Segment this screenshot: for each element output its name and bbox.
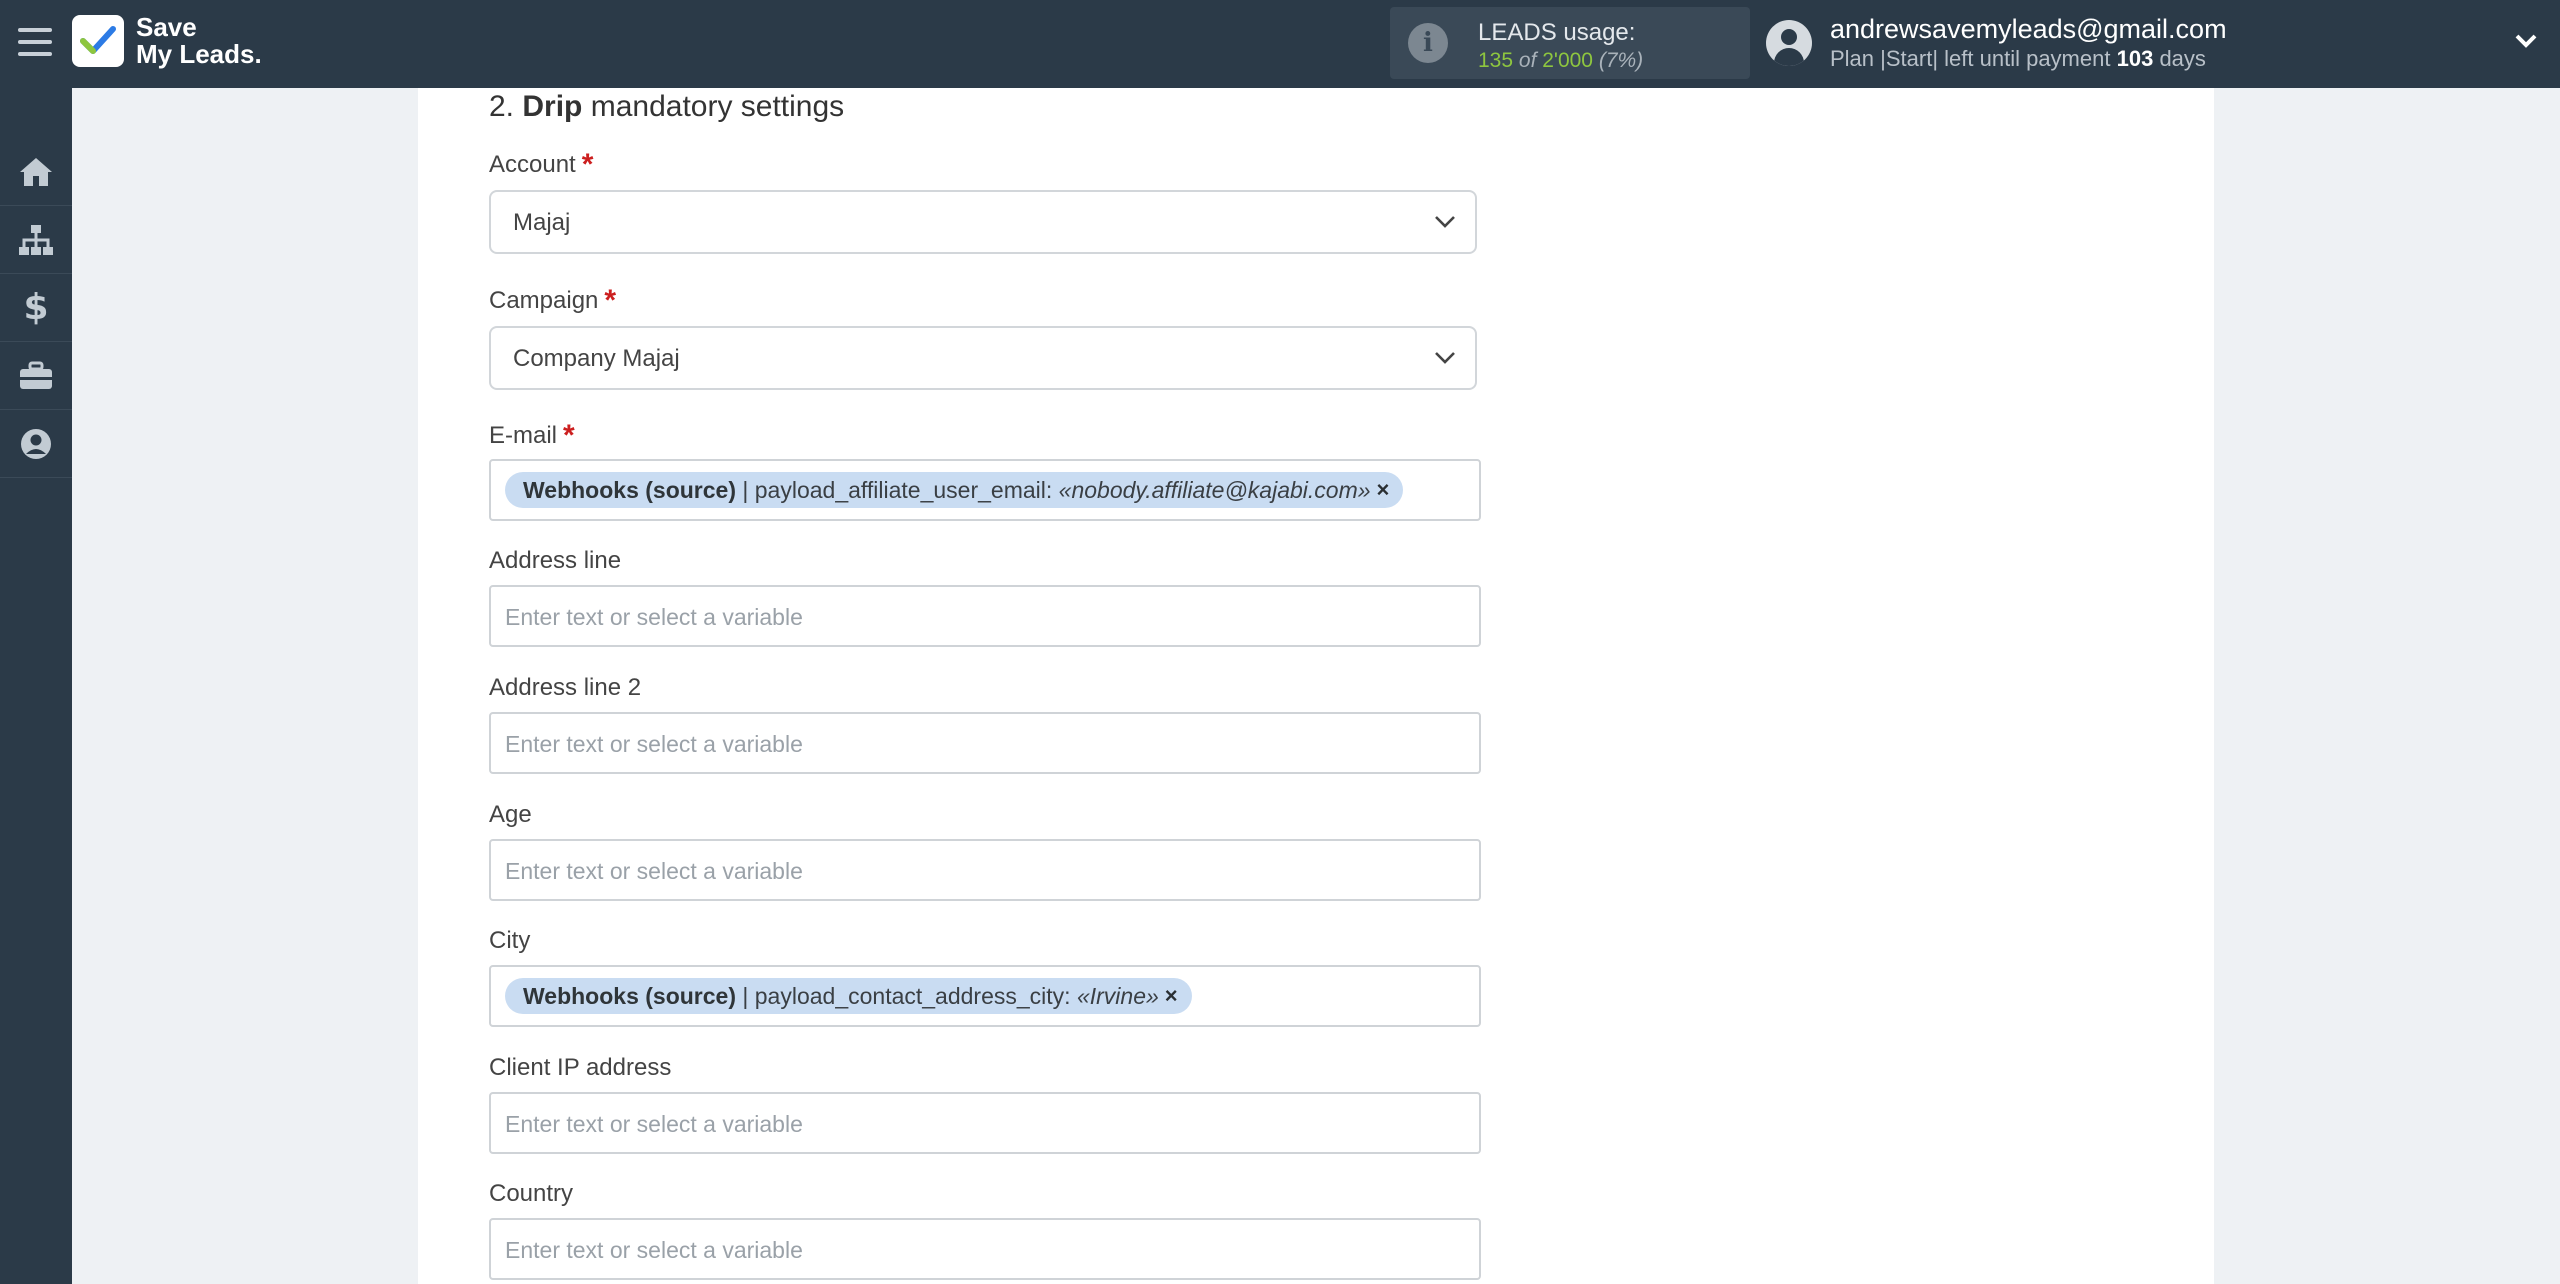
account-select[interactable]: Majaj [489,190,1477,254]
chip-value: «nobody.affiliate@kajabi.com» [1058,476,1371,503]
country-field[interactable] [489,1218,1481,1280]
chip-field: | payload_affiliate_user_email: [742,476,1053,503]
email-field[interactable]: Webhooks (source) | payload_affiliate_us… [489,459,1481,521]
remove-chip-icon[interactable]: × [1165,983,1178,1009]
brand-line-2: My Leads. [136,39,262,69]
section-service-name: Drip [522,90,583,123]
plan-text: Plan |Start| left until payment [1830,46,2111,71]
age-input[interactable] [503,855,1447,887]
client-ip-label: Client IP address [489,1054,672,1081]
section-number: 2. [489,90,515,123]
usage-title: LEADS usage: [1478,19,1636,46]
user-email[interactable]: andrewsavemyleads@gmail.com [1830,14,2227,45]
user-plan: Plan |Start| left until payment 103 days [1830,46,2206,72]
chip-source: Webhooks (source) [523,982,736,1009]
client-ip-input[interactable] [503,1108,1447,1140]
usage-of: of [1518,49,1537,72]
city-field[interactable]: Webhooks (source) | payload_contact_addr… [489,965,1481,1027]
address-line-2-input[interactable] [503,728,1447,760]
section-title-rest: mandatory settings [590,90,845,123]
usage-used: 135 [1478,49,1514,72]
email-label-text: E-mail [489,422,558,449]
user-circle-icon [21,428,51,459]
campaign-label-text: Campaign [489,287,599,314]
avatar[interactable] [1766,20,1812,66]
campaign-select[interactable]: Company Majaj [489,326,1477,390]
city-variable-chip[interactable]: Webhooks (source) | payload_contact_addr… [505,978,1192,1014]
chip-value: «Irvine» [1076,982,1159,1009]
country-input[interactable] [503,1234,1447,1266]
top-bar: Save My Leads. i LEADS usage: 135 of 2'0… [0,0,2560,88]
sidebar: $ [0,88,72,1284]
chevron-down-icon[interactable] [2514,32,2538,55]
account-label-text: Account [489,151,576,178]
address-line-2-field[interactable] [489,712,1481,774]
campaign-label: Campaign * [489,284,616,318]
email-variable-chip[interactable]: Webhooks (source) | payload_affiliate_us… [505,472,1404,508]
sidebar-item-tools[interactable] [0,342,72,410]
sidebar-item-account[interactable] [0,410,72,478]
home-icon [20,157,52,186]
days-count: 103 [2116,46,2154,71]
account-label: Account * [489,148,593,182]
briefcase-icon [20,361,52,389]
address-line-input[interactable] [503,601,1447,633]
email-label: E-mail * [489,419,575,453]
address-line-label: Address line [489,547,622,574]
menu-icon[interactable] [18,28,52,58]
leads-usage-panel: i LEADS usage: 135 of 2'000 (7%) [1390,7,1750,79]
chevron-down-icon [1433,350,1457,371]
sidebar-item-billing[interactable]: $ [0,274,72,342]
chip-source: Webhooks (source) [523,476,736,503]
remove-chip-icon[interactable]: × [1377,477,1390,503]
sidebar-item-connections[interactable] [0,206,72,274]
sidebar-item-home[interactable] [0,138,72,206]
required-mark: * [563,419,575,452]
usage-stats: 135 of 2'000 (7%) [1478,49,1643,73]
client-ip-field[interactable] [489,1092,1481,1154]
address-line-2-label: Address line 2 [489,674,642,701]
sitemap-icon [19,224,53,255]
required-mark: * [581,148,594,181]
address-line-field[interactable] [489,585,1481,647]
info-icon: i [1408,23,1448,63]
age-field[interactable] [489,839,1481,901]
campaign-value: Company Majaj [513,345,680,372]
section-title: 2. Drip mandatory settings [489,90,844,124]
logo-icon[interactable] [72,15,124,67]
days-label: days [2159,46,2206,71]
usage-total: 2'000 [1542,49,1593,72]
brand-line-1: Save [136,12,197,42]
chip-field: | payload_contact_address_city: [742,982,1071,1009]
city-label: City [489,927,531,954]
required-mark: * [604,284,617,317]
age-label: Age [489,801,532,828]
dollar-icon: $ [23,287,49,328]
usage-percent: (7%) [1598,49,1644,72]
account-value: Majaj [513,209,571,236]
country-label: Country [489,1180,574,1207]
chevron-down-icon [1433,214,1457,235]
brand-name[interactable]: Save My Leads. [136,14,262,68]
